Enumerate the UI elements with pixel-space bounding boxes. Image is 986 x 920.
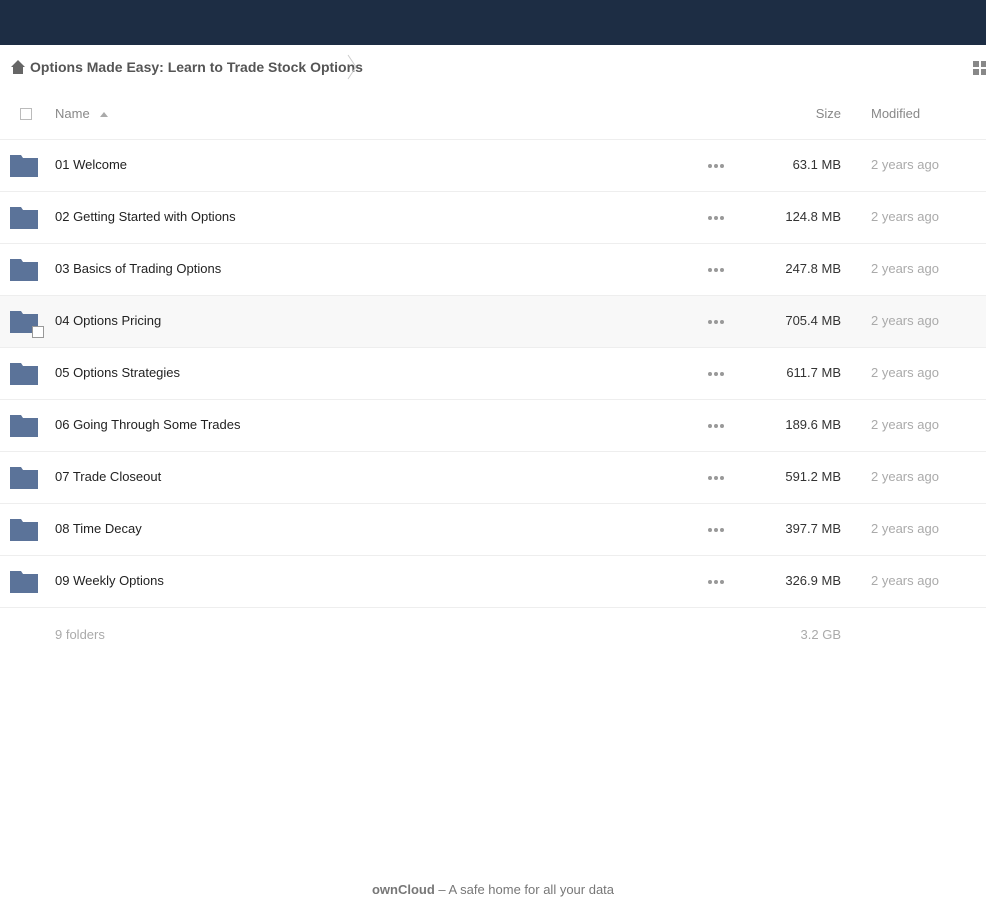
file-modified: 2 years ago — [871, 261, 939, 276]
file-row[interactable]: 07 Trade Closeout 591.2 MB 2 years ago — [0, 452, 986, 504]
folder-icon[interactable] — [10, 569, 38, 593]
file-row[interactable]: 01 Welcome 63.1 MB 2 years ago — [0, 140, 986, 192]
file-row[interactable]: 06 Going Through Some Trades 189.6 MB 2 … — [0, 400, 986, 452]
file-size: 326.9 MB — [785, 573, 841, 588]
row-select-checkbox[interactable] — [32, 326, 44, 338]
footer: ownCloud – A safe home for all your data — [0, 882, 986, 897]
file-name[interactable]: 08 Time Decay — [55, 521, 142, 536]
file-name[interactable]: 09 Weekly Options — [55, 573, 164, 588]
breadcrumb-separator-icon — [347, 54, 357, 80]
file-modified: 2 years ago — [871, 521, 939, 536]
more-actions-icon[interactable] — [708, 268, 726, 274]
total-size: 3.2 GB — [800, 627, 841, 642]
folder-icon[interactable] — [10, 465, 38, 489]
home-icon[interactable] — [10, 59, 26, 75]
column-header-modified[interactable]: Modified — [871, 106, 920, 121]
breadcrumb-current-folder[interactable]: Options Made Easy: Learn to Trade Stock … — [30, 59, 363, 75]
file-row[interactable]: 04 Options Pricing 705.4 MB 2 years ago — [0, 296, 986, 348]
folder-icon[interactable] — [10, 413, 38, 437]
folder-icon[interactable] — [10, 517, 38, 541]
more-actions-icon[interactable] — [708, 372, 726, 378]
file-name[interactable]: 05 Options Strategies — [55, 365, 180, 380]
column-header-name[interactable]: Name — [55, 106, 90, 121]
file-size: 63.1 MB — [792, 157, 841, 172]
file-modified: 2 years ago — [871, 313, 939, 328]
grid-view-icon[interactable] — [972, 60, 986, 76]
column-header-size[interactable]: Size — [816, 106, 841, 121]
file-list: 01 Welcome 63.1 MB 2 years ago 02 Gettin… — [0, 140, 986, 608]
folder-icon[interactable] — [10, 361, 38, 385]
file-size: 397.7 MB — [785, 521, 841, 536]
folder-icon[interactable] — [10, 153, 38, 177]
folder-icon[interactable] — [10, 205, 38, 229]
file-row[interactable]: 05 Options Strategies 611.7 MB 2 years a… — [0, 348, 986, 400]
select-all-checkbox[interactable] — [20, 108, 32, 120]
file-name[interactable]: 01 Welcome — [55, 157, 127, 172]
sort-ascending-icon[interactable] — [100, 112, 108, 117]
more-actions-icon[interactable] — [708, 164, 726, 170]
more-actions-icon[interactable] — [708, 424, 726, 430]
file-size: 124.8 MB — [785, 209, 841, 224]
more-actions-icon[interactable] — [708, 580, 726, 586]
file-name[interactable]: 02 Getting Started with Options — [55, 209, 236, 224]
more-actions-icon[interactable] — [708, 320, 726, 326]
file-modified: 2 years ago — [871, 469, 939, 484]
file-name[interactable]: 06 Going Through Some Trades — [55, 417, 241, 432]
file-size: 247.8 MB — [785, 261, 841, 276]
folder-count: 9 folders — [55, 627, 105, 642]
more-actions-icon[interactable] — [708, 216, 726, 222]
breadcrumb: Options Made Easy: Learn to Trade Stock … — [0, 45, 986, 89]
file-list-summary: 9 folders 3.2 GB — [0, 603, 986, 665]
file-size: 591.2 MB — [785, 469, 841, 484]
file-row[interactable]: 02 Getting Started with Options 124.8 MB… — [0, 192, 986, 244]
file-size: 189.6 MB — [785, 417, 841, 432]
file-size: 705.4 MB — [785, 313, 841, 328]
footer-tagline: – A safe home for all your data — [434, 882, 615, 897]
file-modified: 2 years ago — [871, 573, 939, 588]
folder-icon[interactable] — [10, 257, 38, 281]
file-modified: 2 years ago — [871, 209, 939, 224]
more-actions-icon[interactable] — [708, 476, 726, 482]
file-name[interactable]: 04 Options Pricing — [55, 313, 161, 328]
file-name[interactable]: 07 Trade Closeout — [55, 469, 161, 484]
file-modified: 2 years ago — [871, 365, 939, 380]
file-name[interactable]: 03 Basics of Trading Options — [55, 261, 221, 276]
file-modified: 2 years ago — [871, 417, 939, 432]
more-actions-icon[interactable] — [708, 528, 726, 534]
file-size: 611.7 MB — [786, 365, 841, 380]
top-navigation-bar — [0, 0, 986, 45]
file-modified: 2 years ago — [871, 157, 939, 172]
file-row[interactable]: 03 Basics of Trading Options 247.8 MB 2 … — [0, 244, 986, 296]
file-row[interactable]: 08 Time Decay 397.7 MB 2 years ago — [0, 504, 986, 556]
file-row[interactable]: 09 Weekly Options 326.9 MB 2 years ago — [0, 556, 986, 608]
footer-brand[interactable]: ownCloud — [372, 882, 435, 897]
file-list-header: Name Size Modified — [0, 89, 986, 140]
